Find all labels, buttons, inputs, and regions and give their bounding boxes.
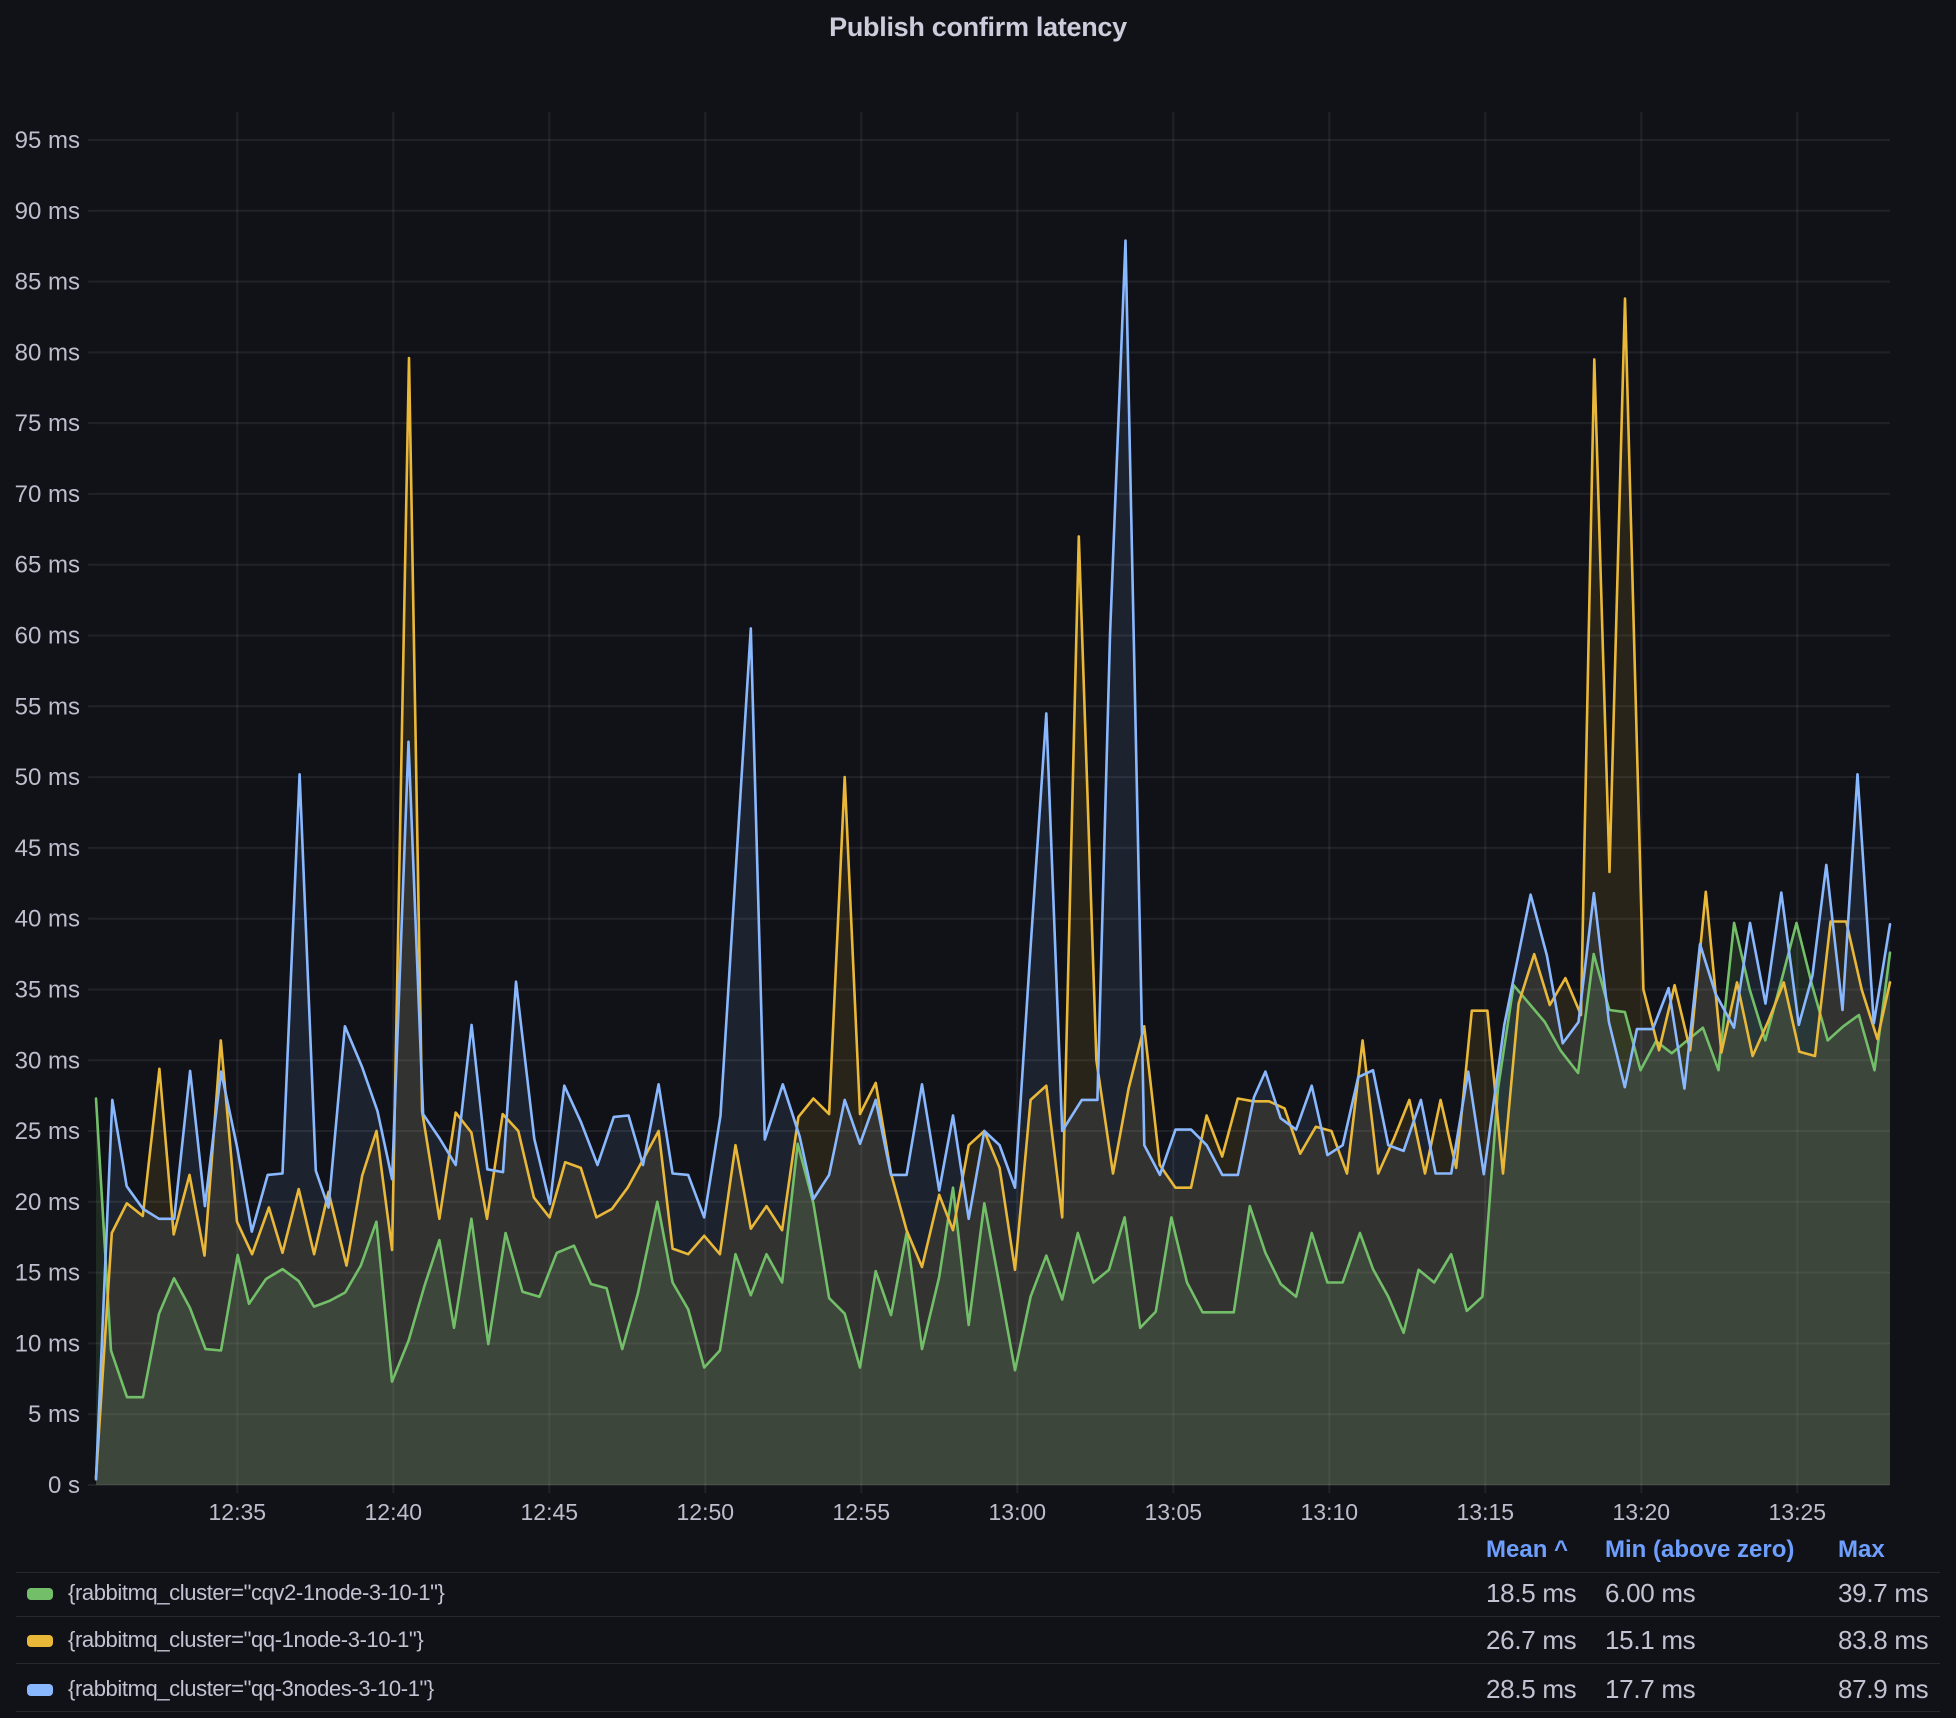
svg-text:13:00: 13:00 xyxy=(989,1499,1047,1525)
svg-text:60 ms: 60 ms xyxy=(15,623,80,650)
svg-text:80 ms: 80 ms xyxy=(15,339,80,366)
svg-text:12:50: 12:50 xyxy=(677,1499,735,1525)
svg-text:12:45: 12:45 xyxy=(521,1499,579,1525)
svg-text:12:55: 12:55 xyxy=(833,1499,891,1525)
svg-text:50 ms: 50 ms xyxy=(15,764,80,791)
svg-text:20 ms: 20 ms xyxy=(15,1189,80,1216)
svg-text:35 ms: 35 ms xyxy=(15,977,80,1004)
svg-text:70 ms: 70 ms xyxy=(15,481,80,508)
svg-text:13:20: 13:20 xyxy=(1613,1499,1671,1525)
svg-text:0 s: 0 s xyxy=(48,1472,80,1499)
svg-text:25 ms: 25 ms xyxy=(15,1118,80,1145)
svg-text:65 ms: 65 ms xyxy=(15,552,80,579)
svg-text:12:35: 12:35 xyxy=(209,1499,267,1525)
svg-text:13:15: 13:15 xyxy=(1457,1499,1515,1525)
svg-text:13:10: 13:10 xyxy=(1301,1499,1359,1525)
svg-text:55 ms: 55 ms xyxy=(15,693,80,720)
svg-text:95 ms: 95 ms xyxy=(15,127,80,154)
svg-text:10 ms: 10 ms xyxy=(15,1330,80,1357)
svg-text:85 ms: 85 ms xyxy=(15,269,80,296)
svg-text:15 ms: 15 ms xyxy=(15,1260,80,1287)
svg-text:40 ms: 40 ms xyxy=(15,906,80,933)
svg-text:13:05: 13:05 xyxy=(1145,1499,1203,1525)
svg-text:45 ms: 45 ms xyxy=(15,835,80,862)
svg-text:5 ms: 5 ms xyxy=(28,1401,80,1428)
svg-text:75 ms: 75 ms xyxy=(15,410,80,437)
svg-text:90 ms: 90 ms xyxy=(15,198,80,225)
svg-text:12:40: 12:40 xyxy=(365,1499,423,1525)
svg-text:13:25: 13:25 xyxy=(1769,1499,1827,1525)
svg-text:30 ms: 30 ms xyxy=(15,1047,80,1074)
